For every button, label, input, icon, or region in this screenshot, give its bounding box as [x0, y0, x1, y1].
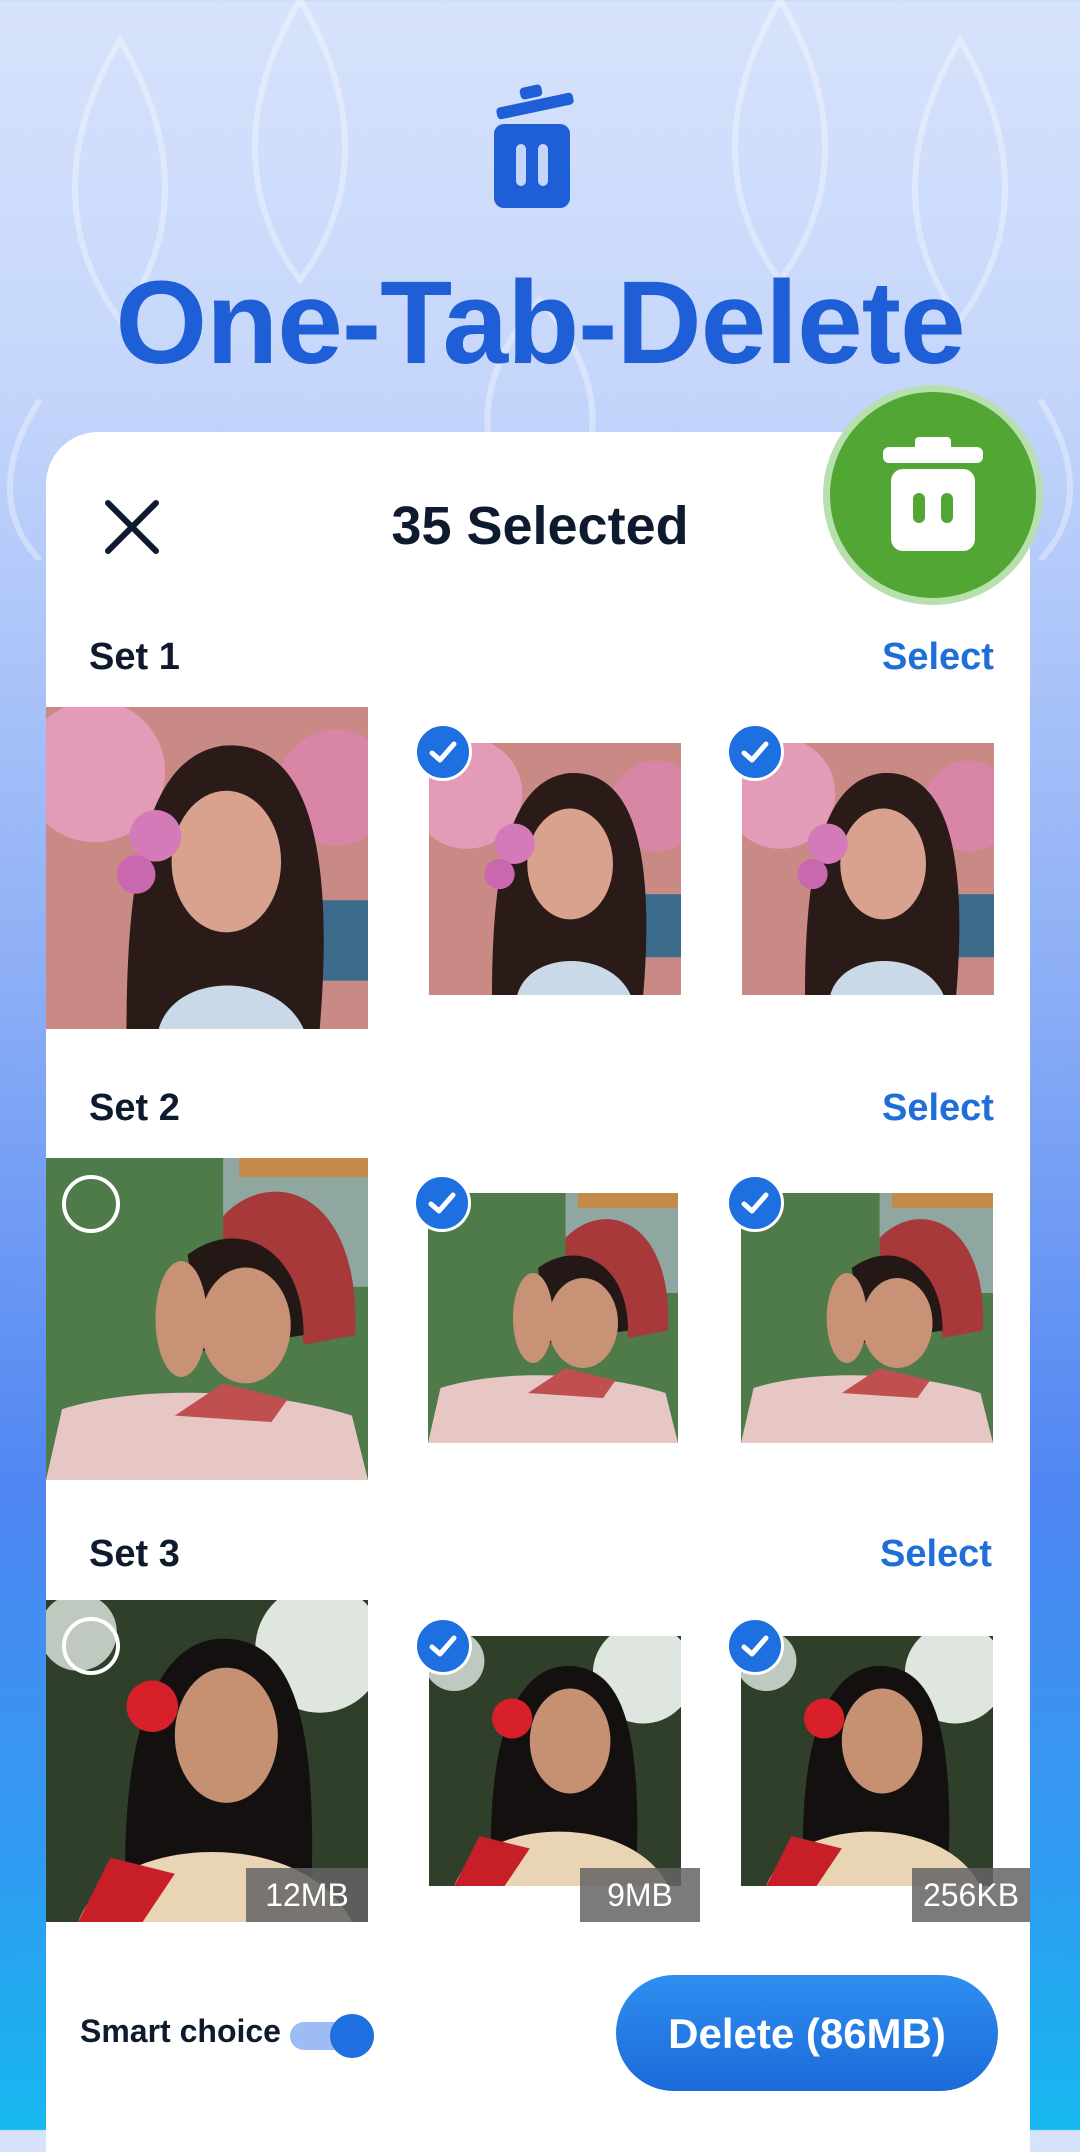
- checked-icon[interactable]: [414, 1617, 472, 1675]
- smart-choice-toggle[interactable]: [290, 2014, 374, 2058]
- hero-title: One-Tab-Delete: [115, 257, 965, 389]
- set-select-button[interactable]: Select: [882, 636, 994, 679]
- checked-icon[interactable]: [414, 723, 472, 781]
- unchecked-radio[interactable]: [62, 1175, 120, 1233]
- set-label: Set 3: [89, 1533, 180, 1575]
- checked-icon[interactable]: [413, 1174, 471, 1232]
- photo-thumbnail[interactable]: [428, 1193, 678, 1443]
- file-size-label: 256KB: [912, 1868, 1030, 1922]
- delete-fab[interactable]: [823, 385, 1043, 605]
- checked-icon[interactable]: [726, 1174, 784, 1232]
- trash-icon: [494, 84, 574, 208]
- photo-thumbnail[interactable]: [46, 707, 368, 1029]
- selected-count-title: 35 Selected: [391, 496, 689, 556]
- photo-thumbnail[interactable]: [741, 1193, 993, 1443]
- photo-thumbnail[interactable]: [429, 743, 681, 995]
- toggle-knob: [330, 2014, 374, 2058]
- close-icon[interactable]: [100, 495, 164, 559]
- delete-button[interactable]: Delete (86MB): [616, 1975, 998, 2091]
- set-select-button[interactable]: Select: [880, 1533, 992, 1576]
- file-size-label: 12MB: [246, 1868, 368, 1922]
- set-label: Set 1: [89, 636, 180, 678]
- photo-thumbnail[interactable]: [741, 1636, 993, 1886]
- checked-icon[interactable]: [726, 723, 784, 781]
- set-label: Set 2: [89, 1087, 180, 1129]
- photo-thumbnail[interactable]: [742, 743, 994, 995]
- checked-icon[interactable]: [726, 1617, 784, 1675]
- photo-thumbnail[interactable]: [429, 1636, 681, 1886]
- smart-choice-label: Smart choice: [80, 2013, 281, 2049]
- unchecked-radio[interactable]: [62, 1617, 120, 1675]
- set-select-button[interactable]: Select: [882, 1087, 994, 1130]
- trash-icon: [883, 437, 983, 551]
- file-size-label: 9MB: [580, 1868, 700, 1922]
